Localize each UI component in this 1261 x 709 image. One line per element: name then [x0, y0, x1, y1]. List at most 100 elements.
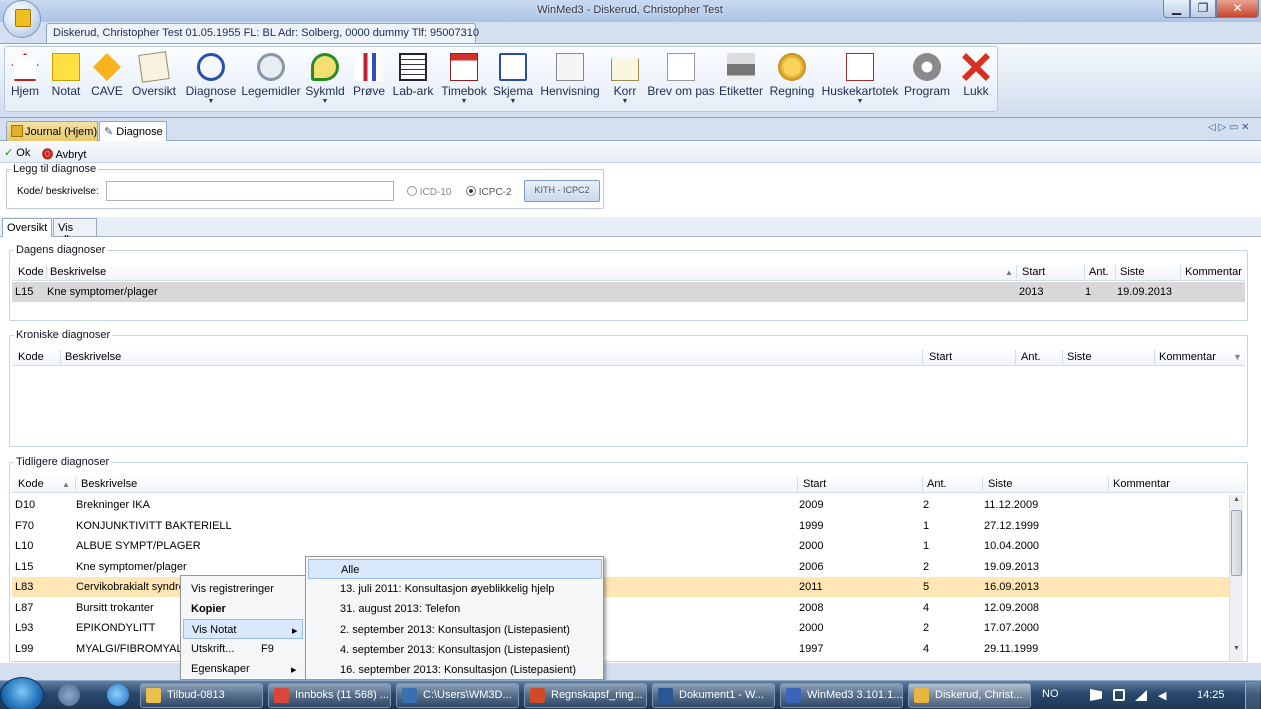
ribbon-button-skjema[interactable]: Skjema ▼	[491, 47, 535, 113]
col-ant[interactable]: Ant.	[1089, 266, 1109, 278]
start-button[interactable]	[0, 677, 44, 709]
ribbon-button-lukk[interactable]: Lukk	[953, 47, 999, 113]
col-ant[interactable]: Ant.	[927, 478, 947, 490]
ribbon-button-regning[interactable]: Regning	[765, 47, 819, 113]
kith-button[interactable]: KITH - ICPC2	[524, 180, 600, 202]
ribbon-button-cave[interactable]: CAVE	[87, 47, 127, 113]
taskbar-item[interactable]: WinMed3 3.101.1...	[780, 683, 903, 708]
internet-explorer-icon[interactable]	[107, 684, 129, 706]
col-beskrivelse[interactable]: Beskrivelse	[81, 478, 137, 490]
taskbar-item[interactable]: Diskerud, Christ...	[908, 683, 1031, 708]
submenu-item[interactable]: 13. juli 2011: Konsultasjon øyeblikkelig…	[308, 579, 602, 599]
ribbon-button-diagnose[interactable]: Diagnose ▼	[181, 47, 241, 113]
col-kommentar[interactable]: Kommentar	[1185, 266, 1242, 278]
menu-item-utskrift[interactable]: Utskrift... F9	[183, 639, 303, 659]
submenu-item[interactable]: 31. august 2013: Telefon	[308, 599, 602, 619]
ribbon-button-brev-om-pas[interactable]: Brev om pas	[645, 47, 717, 113]
taskbar-item[interactable]: C:\Users\WM3D...	[396, 683, 519, 708]
cancel-button[interactable]: ⓿ Avbryt	[42, 146, 86, 162]
taskbar-item[interactable]: Innboks (11 568) ...	[268, 683, 391, 708]
language-indicator[interactable]: NO	[1042, 688, 1059, 700]
ribbon-button-henvisning[interactable]: Henvisning	[535, 47, 605, 113]
patient-tab[interactable]: Diskerud, Christopher Test 01.05.1955 FL…	[46, 23, 479, 43]
table-row[interactable]: L10 ALBUE SYMPT/PLAGER 2000 1 10.04.2000	[12, 536, 1229, 556]
cell-siste: 27.12.1999	[984, 519, 1040, 532]
scroll-thumb[interactable]	[1231, 510, 1242, 576]
ok-button[interactable]: ✓ Ok	[4, 146, 30, 159]
col-kode[interactable]: Kode	[18, 266, 44, 278]
col-siste[interactable]: Siste	[1067, 351, 1091, 363]
table-row[interactable]: L15 Kne symptomer/plager 2006 2 19.09.2013	[12, 557, 1229, 577]
icpc2-radio[interactable]: ICPC-2	[466, 186, 512, 198]
app-menu-button[interactable]	[3, 0, 41, 38]
ribbon-button-legemidler[interactable]: Legemidler	[241, 47, 301, 113]
scroll-down-icon[interactable]: ▼	[1231, 645, 1242, 659]
minimize-button[interactable]: ▁	[1163, 0, 1190, 18]
menu-item-vis-registreringer[interactable]: Vis registreringer	[183, 579, 303, 599]
col-kode[interactable]: Kode	[18, 351, 44, 363]
col-kommentar[interactable]: Kommentar	[1113, 478, 1170, 490]
tab-oversikt[interactable]: Oversikt	[2, 218, 52, 237]
submenu-item[interactable]: 2. september 2013: Konsultasjon (Listepa…	[308, 620, 602, 640]
tab-journal[interactable]: Journal (Hjem)	[6, 121, 98, 141]
network-icon[interactable]	[1113, 689, 1125, 701]
todays-header: Kode Beskrivelse ▲ Start Ant. Siste Komm…	[12, 263, 1245, 281]
submenu-item[interactable]: 4. september 2013: Konsultasjon (Listepa…	[308, 640, 602, 660]
show-desktop-button[interactable]	[1245, 682, 1260, 709]
signal-icon[interactable]	[1135, 690, 1147, 701]
icd10-radio[interactable]: ICD-10	[407, 186, 451, 198]
ribbon-button-notat[interactable]: Notat	[45, 47, 87, 113]
col-beskrivelse[interactable]: Beskrivelse	[50, 266, 106, 278]
calendar-icon	[450, 53, 478, 81]
flag-icon[interactable]	[1090, 689, 1102, 701]
code-input[interactable]	[106, 181, 394, 201]
media-player-icon[interactable]	[58, 684, 80, 706]
tab-navigation[interactable]: ◁ ▷ ▭ ✕	[1208, 122, 1250, 133]
tab-vis-alle[interactable]: Vis alle	[53, 218, 97, 246]
table-row[interactable]: F70 KONJUNKTIVITT BAKTERIELL 1999 1 27.12.19…	[12, 516, 1229, 536]
col-kommentar[interactable]: Kommentar	[1159, 351, 1216, 363]
ribbon-button-hjem[interactable]: Hjem	[5, 47, 45, 113]
tab-diagnose[interactable]: ✎ Diagnose	[99, 121, 167, 141]
menu-item-vis-notat[interactable]: Vis Notat ▸	[183, 619, 303, 639]
col-beskrivelse[interactable]: Beskrivelse	[65, 351, 121, 363]
scroll-up-icon[interactable]: ▲	[1231, 496, 1242, 510]
col-start[interactable]: Start	[803, 478, 826, 490]
col-siste[interactable]: Siste	[1120, 266, 1144, 278]
cell-ant: 1	[923, 519, 930, 532]
clock[interactable]: 14:25	[1197, 689, 1225, 701]
ribbon-button-huskekartotek[interactable]: Huskekartotek ▼	[819, 47, 901, 113]
ribbon-button-label: Skjema	[492, 84, 533, 98]
submenu-item[interactable]: 16. september 2013: Konsultasjon (Listep…	[308, 660, 602, 680]
ribbon-button-lab-ark[interactable]: Lab-ark	[389, 47, 437, 113]
close-window-button[interactable]: ✕	[1216, 0, 1259, 18]
col-kode[interactable]: Kode	[18, 478, 44, 490]
ribbon-button-program[interactable]: Program	[901, 47, 953, 113]
volume-icon[interactable]: ◀	[1158, 689, 1170, 702]
ribbon-button-oversikt[interactable]: Oversikt	[127, 47, 181, 113]
menu-item-kopier[interactable]: Kopier	[183, 599, 303, 619]
col-ant[interactable]: Ant.	[1021, 351, 1041, 363]
taskbar-item[interactable]: Dokument1 - W...	[652, 683, 775, 708]
ribbon-button-prøve[interactable]: Prøve	[350, 47, 388, 113]
table-row[interactable]: L15 Kne symptomer/plager 2013 1 19.09.20…	[12, 282, 1245, 302]
ribbon-group: Hjem Notat CAVE Oversikt Diagnose ▼ Legemidler…	[4, 46, 998, 112]
dropdown-arrow-icon: ▼	[460, 98, 468, 105]
ribbon-button-etiketter[interactable]: Etiketter	[717, 47, 765, 113]
chevron-down-icon[interactable]: ▼	[1233, 352, 1242, 362]
col-siste[interactable]: Siste	[988, 478, 1012, 490]
taskbar-app-icon	[786, 688, 801, 703]
taskbar-item-label: Tilbud-0813	[167, 689, 225, 701]
scrollbar[interactable]: ▲ ▼	[1229, 495, 1243, 661]
col-start[interactable]: Start	[1022, 266, 1045, 278]
taskbar-item[interactable]: Tilbud-0813	[140, 683, 263, 708]
taskbar-item[interactable]: Regnskapsf_ring...	[524, 683, 647, 708]
submenu-item[interactable]: Alle	[308, 559, 602, 579]
maximize-button[interactable]: ❐	[1190, 0, 1216, 18]
ribbon-button-korr[interactable]: Korr ▼	[605, 47, 645, 113]
menu-item-egenskaper[interactable]: Egenskaper ▸	[183, 659, 303, 679]
table-row[interactable]: D10 Brekninger IKA 2009 2 11.12.2009	[12, 495, 1229, 515]
col-start[interactable]: Start	[929, 351, 952, 363]
ribbon-button-sykmld[interactable]: Sykmld ▼	[301, 47, 349, 113]
ribbon-button-timebok[interactable]: Timebok ▼	[438, 47, 490, 113]
